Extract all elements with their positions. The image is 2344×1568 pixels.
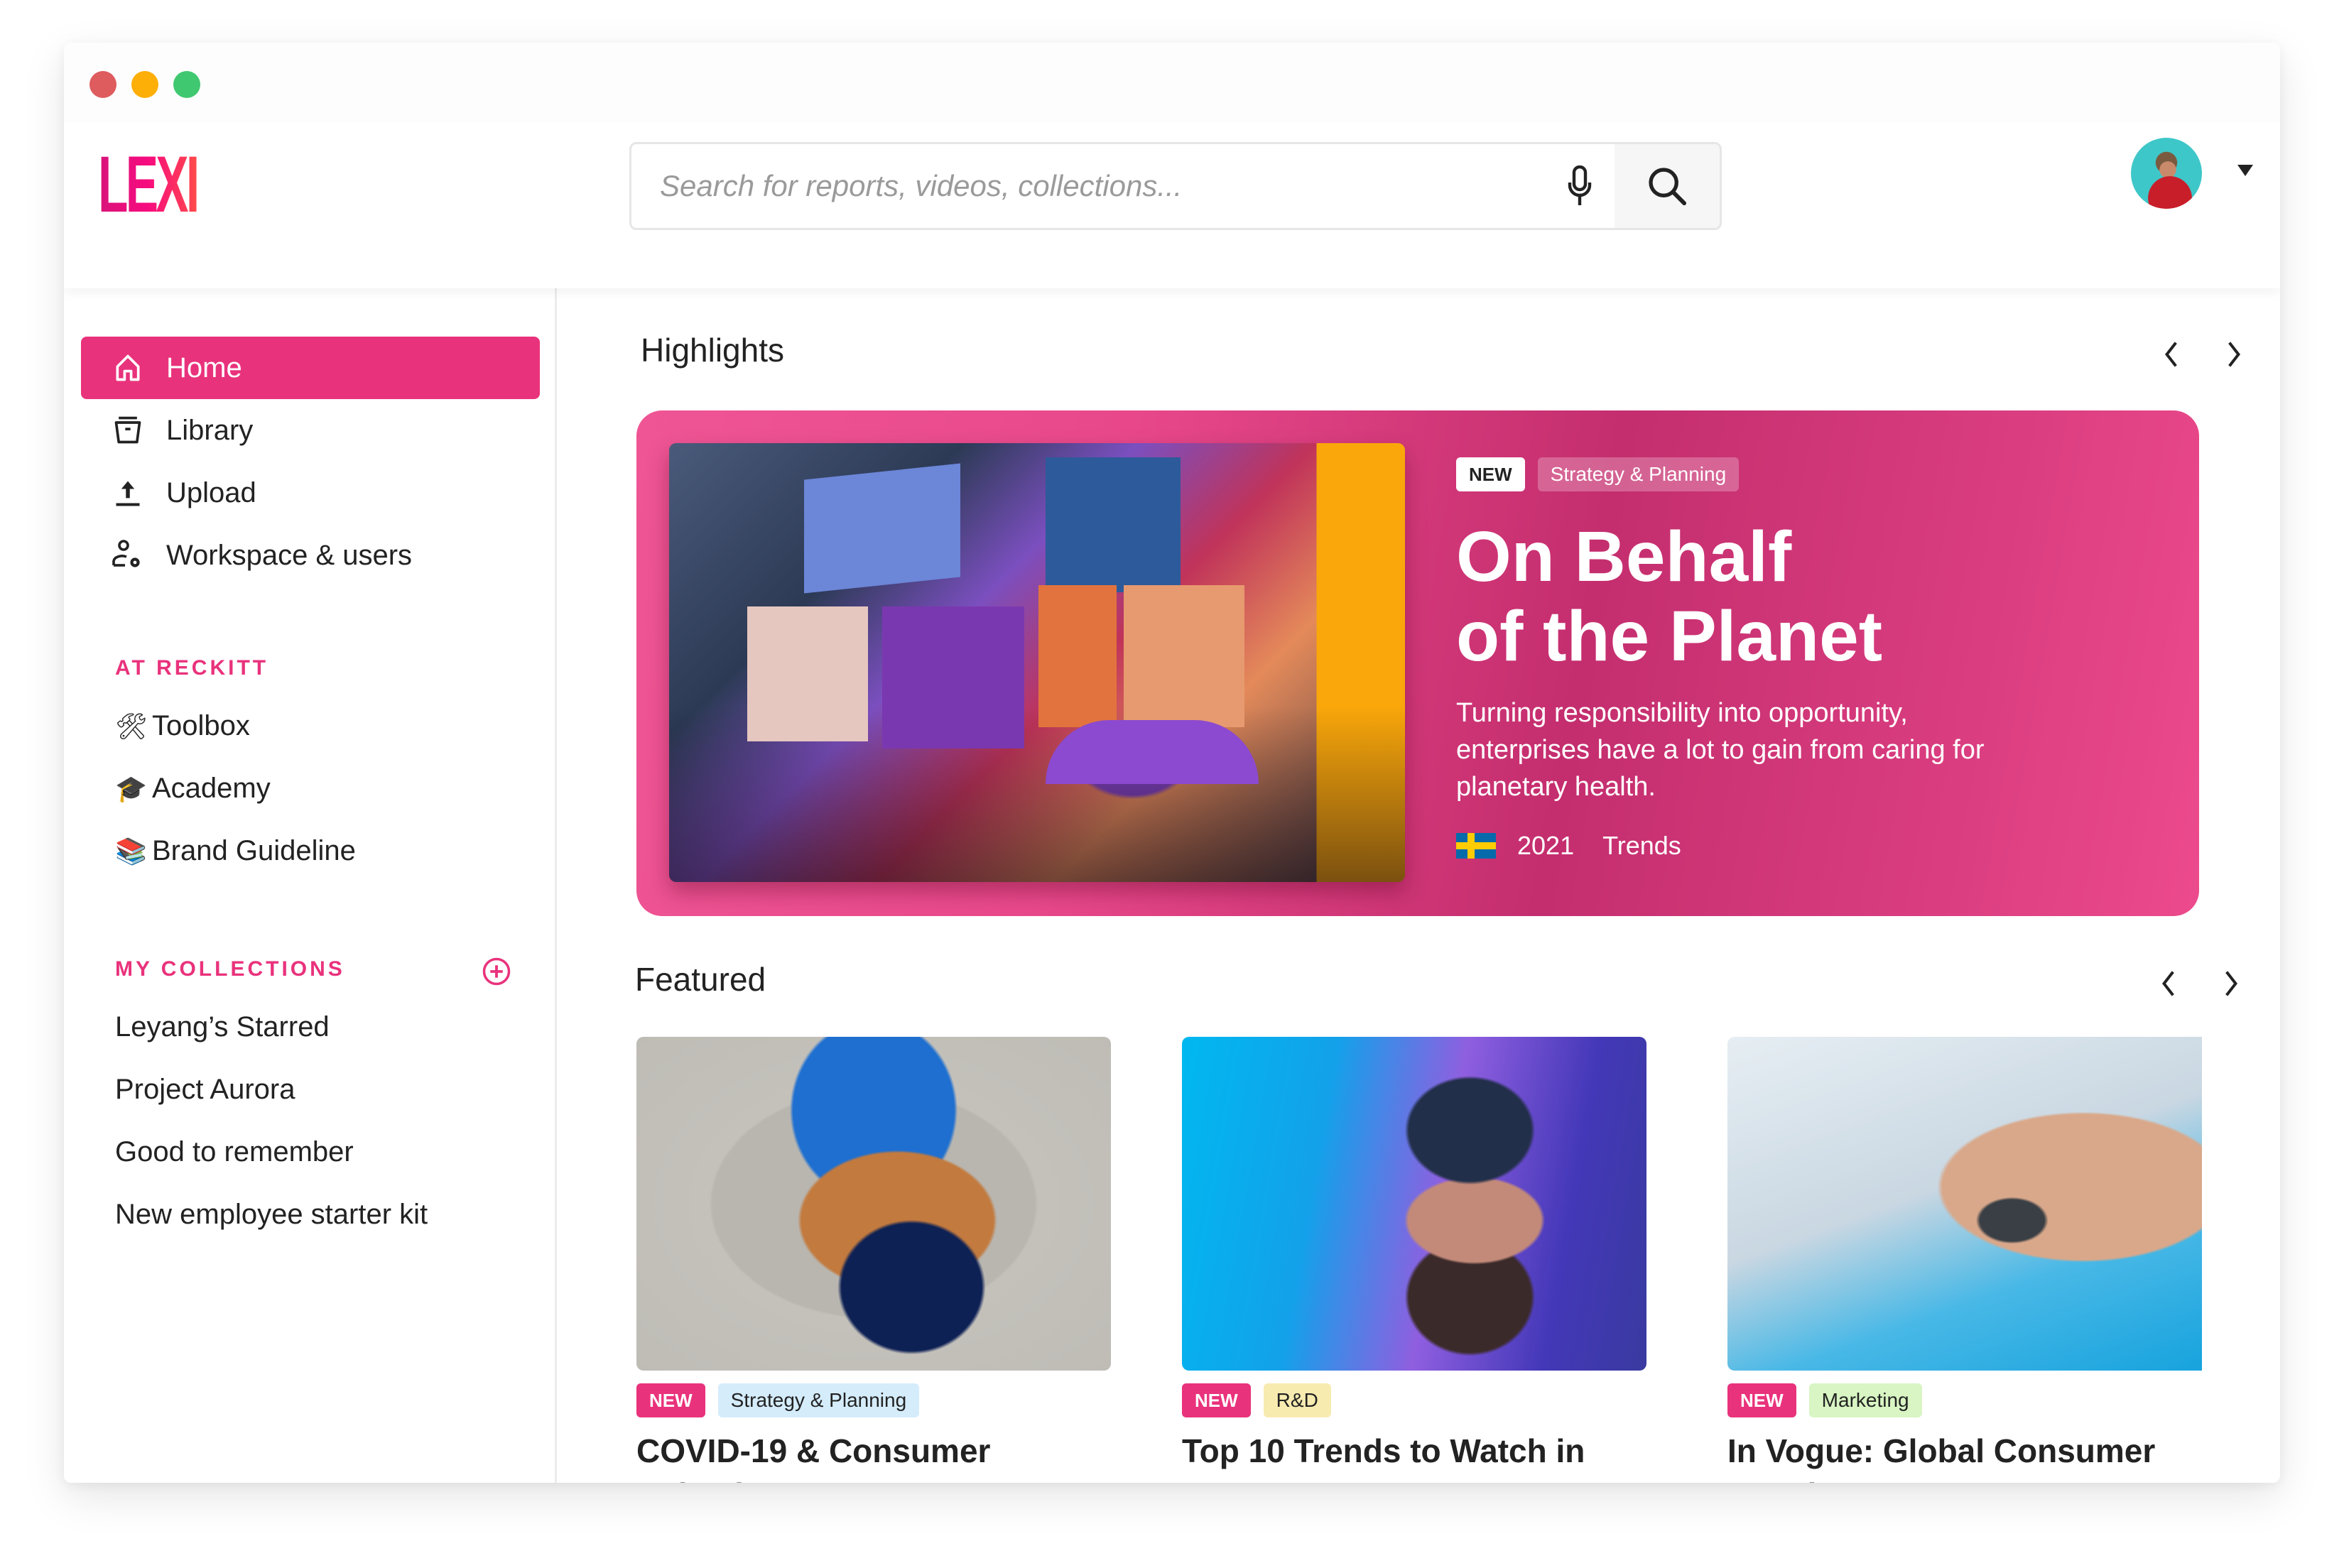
chevron-left-icon <box>2162 971 2174 996</box>
category-tag[interactable]: Marketing <box>1808 1383 1922 1417</box>
workspace-users-icon <box>111 538 145 572</box>
library-icon <box>111 413 145 447</box>
books-icon: 📚 <box>115 836 147 866</box>
microphone-icon[interactable] <box>1555 161 1605 212</box>
collection-item[interactable]: New employee starter kit <box>115 1199 428 1231</box>
sidebar-item-label: Library <box>166 414 254 446</box>
sidebar-item-library[interactable]: Library <box>81 399 540 462</box>
card-image-neon-portrait <box>1182 1037 1646 1371</box>
sweden-flag-icon <box>1456 833 1496 859</box>
search-input[interactable] <box>631 144 1597 228</box>
search-icon <box>1649 168 1687 206</box>
user-avatar[interactable] <box>2131 138 2202 209</box>
collection-item[interactable]: Leyang’s Starred <box>115 1011 330 1043</box>
featured-prev-button[interactable] <box>2152 966 2183 1001</box>
close-window-button[interactable] <box>89 71 116 98</box>
plus-circle-icon[interactable] <box>482 957 511 986</box>
my-collections-heading: MY COLLECTIONS <box>115 957 345 981</box>
sidebar-link-label: Brand Guideline <box>152 835 356 866</box>
banner-tags: NEW Strategy & Planning <box>1456 457 1752 491</box>
search-bar <box>629 142 1722 230</box>
sidebar-item-home[interactable]: Home <box>81 337 540 399</box>
minimize-window-button[interactable] <box>131 71 158 98</box>
maximize-window-button[interactable] <box>173 71 200 98</box>
sidebar-link-brand-guideline[interactable]: 📚 Brand Guideline <box>115 835 356 867</box>
featured-card[interactable]: NEW Marketing In Vogue: Global Consumer … <box>1727 1037 2202 1483</box>
lexi-logo[interactable]: LEXI <box>98 145 200 224</box>
banner-type: Trends <box>1602 831 1681 860</box>
title-bar <box>64 43 2280 122</box>
banner-description: Turning responsibility into opportunity,… <box>1456 698 1985 802</box>
at-reckitt-heading: AT RECKITT <box>115 656 269 680</box>
card-title: Top 10 Trends to Watch in 2021 <box>1182 1432 1585 1483</box>
sidebar-link-academy[interactable]: 🎓 Academy <box>115 773 271 805</box>
sidebar-link-label: Toolbox <box>152 710 250 741</box>
top-header: LEXI <box>64 122 2280 288</box>
card-image-smartwatch <box>1727 1037 2202 1371</box>
category-tag[interactable]: Strategy & Planning <box>1537 457 1740 491</box>
highlights-heading: Highlights <box>641 332 784 369</box>
banner-title-line: of the Planet <box>1456 597 1883 676</box>
sidebar-item-upload[interactable]: Upload <box>81 462 540 524</box>
sidebar-link-label: Academy <box>152 773 271 804</box>
banner-year: 2021 <box>1517 831 1575 860</box>
category-tag[interactable]: R&D <box>1263 1383 1331 1417</box>
featured-card[interactable]: NEW R&D Top 10 Trends to Watch in 2021 <box>1182 1037 1646 1483</box>
card-title: COVID-19 & Consumer Behavior <box>636 1432 991 1483</box>
card-image-covid-illustration <box>636 1037 1111 1371</box>
chevron-right-icon <box>2225 971 2237 996</box>
banner-title[interactable]: On Behalf of the Planet <box>1456 517 2166 676</box>
card-title: In Vogue: Global Consumer Trends <box>1727 1432 2156 1483</box>
main-content: Highlights NEW Strategy & Planning On Be… <box>557 288 2280 1483</box>
highlights-next-button[interactable] <box>2219 337 2250 372</box>
collection-item[interactable]: Good to remember <box>115 1136 354 1168</box>
sidebar: Home Library Upload Workspace & users AT… <box>64 288 557 1483</box>
sidebar-item-label: Upload <box>166 477 256 508</box>
search-button[interactable] <box>1615 144 1720 228</box>
chevron-right-icon <box>2228 342 2240 367</box>
collection-item[interactable]: Project Aurora <box>115 1074 295 1106</box>
home-icon <box>111 351 145 385</box>
sidebar-item-label: Home <box>166 352 242 383</box>
sidebar-item-workspace-users[interactable]: Workspace & users <box>81 524 540 587</box>
new-badge: NEW <box>1727 1383 1796 1417</box>
app-window: LEXI Home <box>64 43 2280 1483</box>
new-badge: NEW <box>636 1383 705 1417</box>
highlights-prev-button[interactable] <box>2155 337 2186 372</box>
caret-down-icon[interactable] <box>2237 165 2253 176</box>
category-tag[interactable]: Strategy & Planning <box>717 1383 920 1417</box>
chevron-left-icon <box>2165 342 2177 367</box>
sidebar-link-toolbox[interactable]: 🛠 Toolbox <box>115 710 250 742</box>
banner-meta: 2021 Trends <box>1456 831 1681 861</box>
new-badge: NEW <box>1182 1383 1251 1417</box>
banner-image-times-square <box>669 443 1405 882</box>
new-badge: NEW <box>1456 457 1525 491</box>
graduation-cap-icon: 🎓 <box>115 773 147 803</box>
featured-heading: Featured <box>635 961 766 998</box>
sidebar-item-label: Workspace & users <box>166 539 413 571</box>
featured-card[interactable]: NEW Strategy & Planning COVID-19 & Consu… <box>636 1037 1111 1483</box>
banner-title-line: On Behalf <box>1456 517 1792 597</box>
tools-icon: 🛠 <box>115 711 148 741</box>
upload-icon <box>111 476 145 510</box>
featured-next-button[interactable] <box>2216 966 2247 1001</box>
highlight-banner[interactable]: NEW Strategy & Planning On Behalf of the… <box>636 410 2199 916</box>
